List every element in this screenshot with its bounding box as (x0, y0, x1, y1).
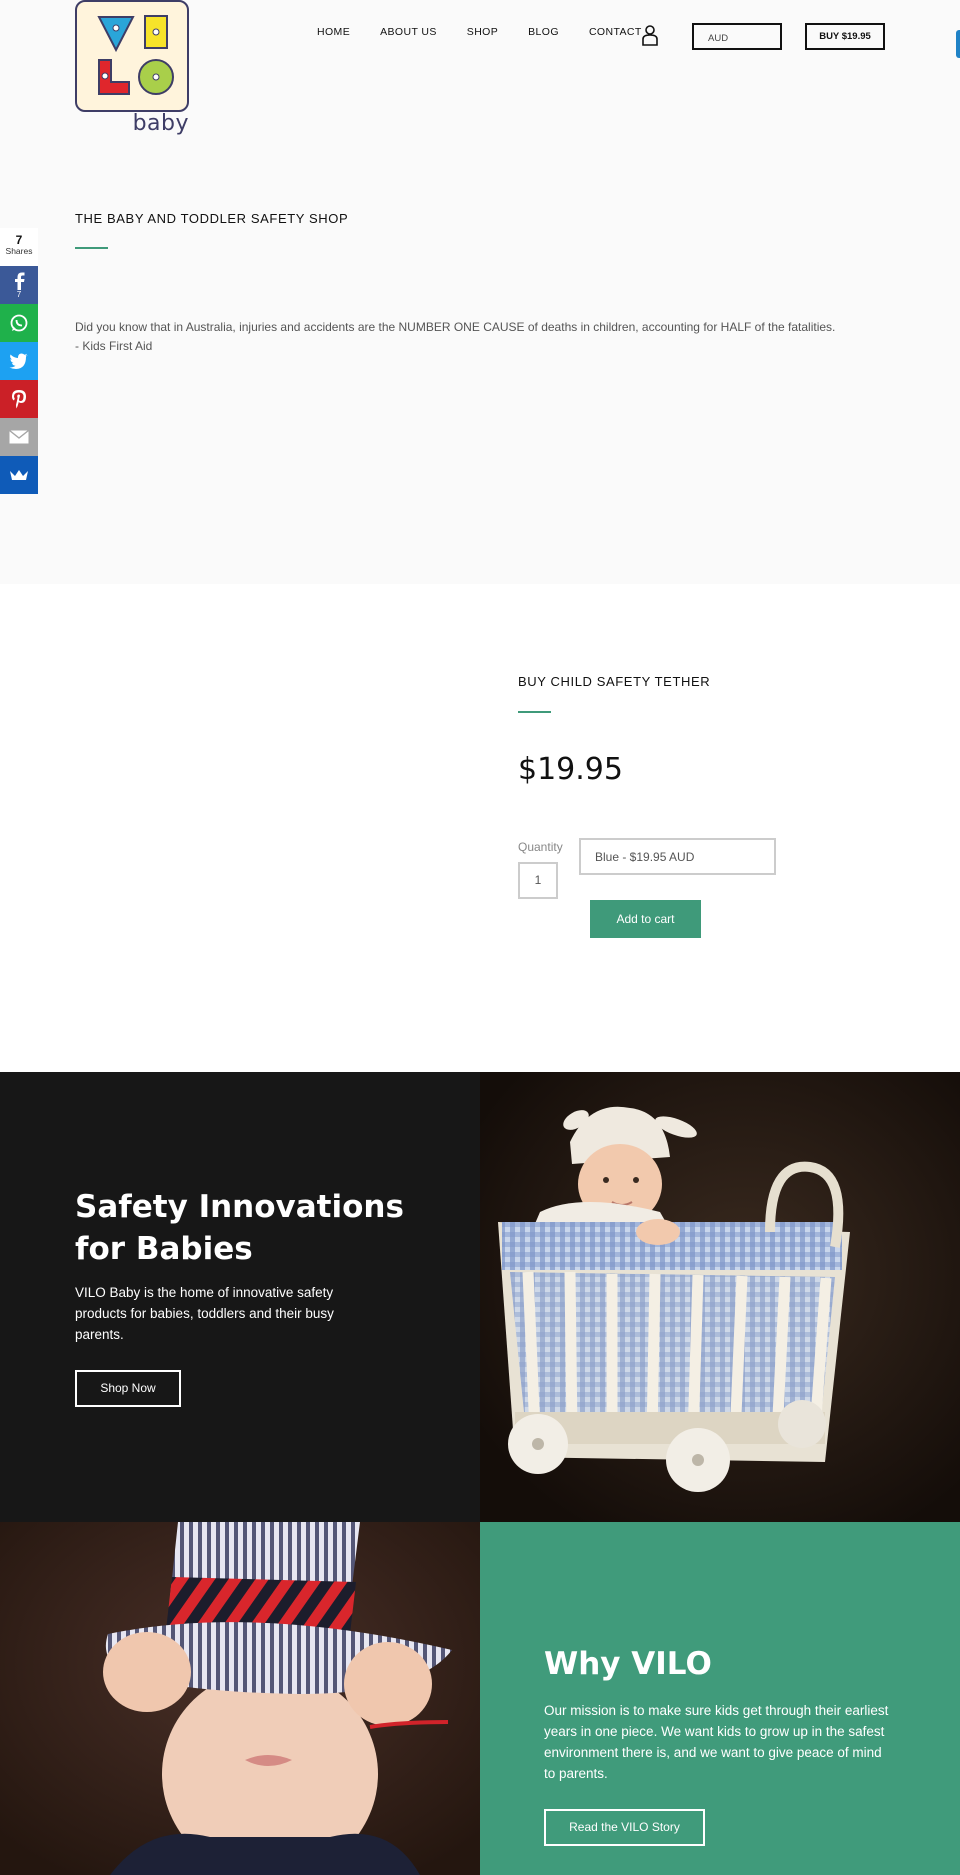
email-icon (9, 430, 29, 444)
quantity-input[interactable]: 1 (518, 862, 558, 899)
add-to-cart-button[interactable]: Add to cart (590, 900, 701, 938)
logo-tile: V I L O (75, 0, 189, 112)
safety-heading: Safety Innovations for Babies (75, 1189, 404, 1267)
nav-blog[interactable]: BLOG (528, 26, 559, 38)
product-title-divider (518, 711, 551, 713)
share-count: 7 Shares (0, 228, 38, 266)
baby-in-basket-photo (480, 1072, 960, 1522)
crown-icon (10, 470, 28, 480)
share-whatsapp-button[interactable] (0, 304, 38, 342)
nav-contact[interactable]: CONTACT (589, 26, 642, 38)
twitter-icon (9, 353, 28, 369)
read-story-button[interactable]: Read the VILO Story (544, 1809, 705, 1846)
social-share-bar: 7 Shares 7 (0, 228, 38, 494)
quantity-label: Quantity (518, 840, 563, 854)
product-price: $19.95 (518, 752, 623, 787)
why-vilo-body: Our mission is to make sure kids get thr… (544, 1703, 889, 1781)
buy-now-button[interactable]: BUY $19.95 (805, 23, 885, 50)
page-title: THE BABY AND TODDLER SAFETY SHOP (75, 211, 349, 226)
share-email-button[interactable] (0, 418, 38, 456)
safety-quote: Did you know that in Australia, injuries… (75, 318, 875, 356)
logo-word: baby (132, 111, 189, 136)
share-facebook-button[interactable]: 7 (0, 266, 38, 304)
whatsapp-icon (10, 314, 28, 332)
quote-source: - Kids First Aid (75, 339, 153, 353)
nav-shop[interactable]: SHOP (467, 26, 498, 38)
nav-about-us[interactable]: ABOUT US (380, 26, 437, 38)
quote-text: Did you know that in Australia, injuries… (75, 320, 836, 334)
facebook-share-count: 7 (16, 289, 22, 299)
variant-select[interactable]: Blue - $19.95 AUD (579, 838, 776, 875)
share-label: Shares (5, 246, 33, 256)
product-title: BUY CHILD SAFETY TETHER (518, 674, 711, 689)
safety-body: VILO Baby is the home of innovative safe… (75, 1285, 334, 1342)
share-total: 7 (15, 233, 23, 247)
facebook-icon (15, 272, 25, 290)
site-header: V I L O baby HOME ABOUT US SHOP BLOG CON… (0, 0, 960, 140)
nav-home[interactable]: HOME (317, 26, 350, 38)
user-icon[interactable] (641, 24, 659, 46)
title-divider (75, 247, 108, 249)
side-edge-tab[interactable] (956, 30, 960, 58)
vilo-baby-logo[interactable]: V I L O baby (75, 0, 189, 136)
share-pinterest-button[interactable] (0, 380, 38, 418)
baby-striped-hat-photo (0, 1522, 480, 1875)
currency-select[interactable]: AUD (692, 23, 782, 50)
share-more-button[interactable] (0, 456, 38, 494)
shop-now-button[interactable]: Shop Now (75, 1370, 181, 1407)
why-vilo-tile: Why VILO Our mission is to make sure kid… (480, 1522, 960, 1875)
why-vilo-heading: Why VILO (544, 1646, 712, 1682)
safety-innovations-tile: Safety Innovations for Babies VILO Baby … (0, 1072, 480, 1522)
main-nav: HOME ABOUT US SHOP BLOG CONTACT (317, 26, 672, 38)
share-twitter-button[interactable] (0, 342, 38, 380)
pinterest-icon (12, 390, 26, 409)
product-section: BUY CHILD SAFETY TETHER $19.95 Quantity … (0, 584, 960, 1072)
